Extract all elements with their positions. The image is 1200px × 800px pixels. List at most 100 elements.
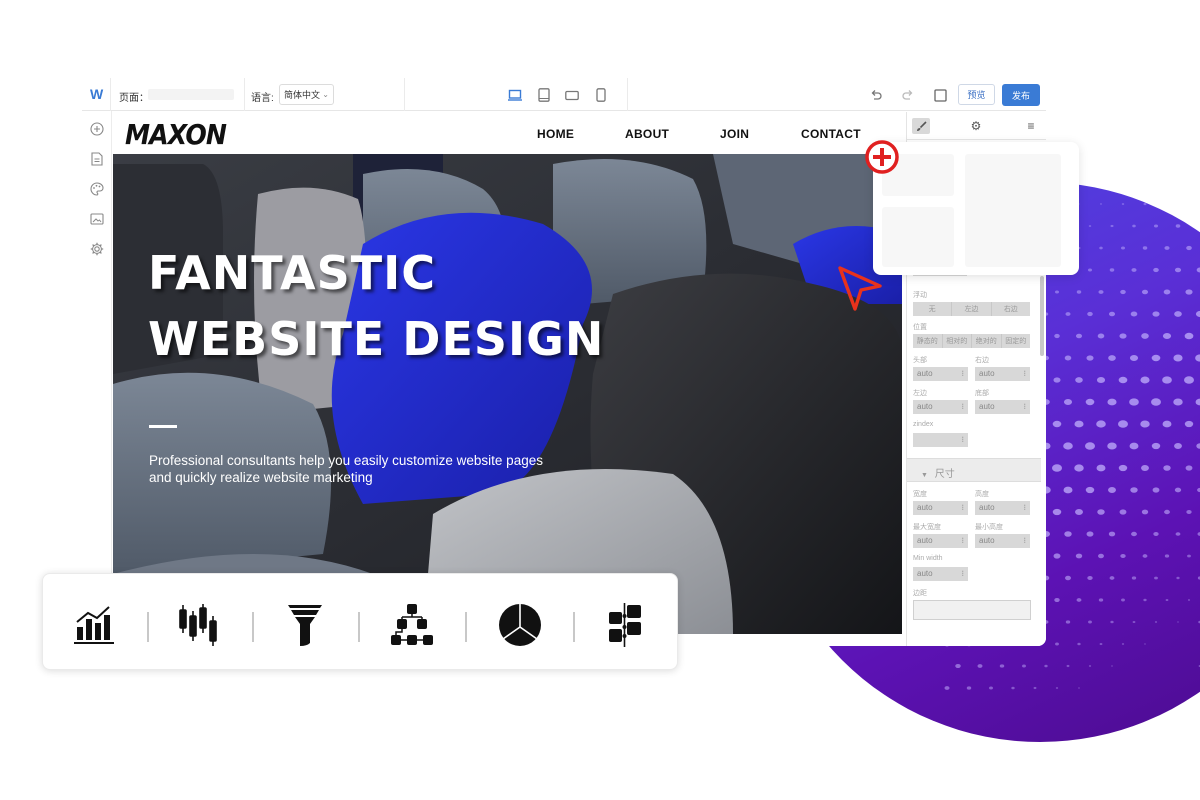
pie-chart-icon [499,604,541,646]
mobile-view-button[interactable] [594,88,608,102]
sidebar-item-media[interactable] [89,211,105,227]
top-value: auto [917,369,933,378]
decorative-dot [1108,355,1116,361]
zindex-input[interactable]: ⁝ [913,433,968,447]
decorative-dot [1121,598,1125,602]
decorative-dot [1153,224,1159,228]
position-option-fixed[interactable]: 固定的 [1002,334,1031,348]
decorative-dot [1143,598,1147,602]
chart-option-timeline[interactable] [603,602,649,648]
decorative-dot [1096,420,1106,428]
decorative-dot [1165,202,1169,206]
stepper-icon: ⁝ [1023,402,1026,411]
position-option-absolute[interactable]: 绝对的 [972,334,1002,348]
height-input[interactable]: auto ⁝ [975,501,1030,515]
sidebar-item-theme[interactable] [89,181,105,197]
publish-button[interactable]: 发布 [1002,84,1040,106]
chart-option-bar-line[interactable] [73,602,119,648]
right-input[interactable]: auto ⁝ [975,367,1030,381]
language-select[interactable]: 简体中文 ⌄ [279,84,334,105]
tablet-view-button[interactable] [537,88,551,102]
divider [252,612,254,642]
stepper-icon: ⁝ [961,503,964,512]
decorative-dot [1066,664,1070,668]
cursor-arrow-icon [838,266,882,311]
min-width-input[interactable]: auto ⁝ [913,567,968,581]
app-logo: W [90,86,104,102]
min-width-value: auto [917,569,933,578]
width-label: 宽度 [913,491,927,498]
decorative-dot [1107,398,1117,406]
float-option-right[interactable]: 右边 [992,302,1030,316]
decorative-dot [1097,509,1105,515]
max-width-input[interactable]: auto ⁝ [913,534,968,548]
tab-style[interactable] [912,118,930,134]
divider [147,612,149,642]
position-option-relative[interactable]: 相对的 [943,334,972,348]
height-value: auto [979,503,995,512]
chart-option-candlestick[interactable] [177,602,223,648]
decorative-dot [1065,575,1071,581]
nav-link-home[interactable]: HOME [537,127,574,141]
add-element-icon[interactable] [864,139,900,175]
decorative-dot [1186,202,1192,206]
nav-link-contact[interactable]: CONTACT [801,127,861,141]
left-input[interactable]: auto ⁝ [913,400,968,414]
tab-menu[interactable]: ≡ [1022,118,1040,134]
decorative-dot [1175,532,1181,536]
min-height-input[interactable]: auto ⁝ [975,534,1030,548]
bottom-input[interactable]: auto ⁝ [975,400,1030,414]
tab-settings[interactable]: ⚙ [967,118,985,134]
decorative-dot [1098,598,1104,602]
size-section-header[interactable]: ▼ 尺寸 [907,458,1041,482]
decorative-dot [1033,686,1037,690]
chart-option-tree[interactable] [389,602,435,648]
margin-box[interactable] [913,600,1031,620]
decorative-dot [1088,665,1092,667]
tablet-landscape-icon [565,90,579,100]
component-tile[interactable] [965,154,1061,267]
width-input[interactable]: auto ⁝ [913,501,968,515]
decorative-dot [1110,620,1114,624]
sidebar-item-add[interactable] [89,121,105,137]
fullscreen-button[interactable] [932,87,948,103]
decorative-dot [1154,621,1158,623]
redo-button[interactable] [900,87,916,103]
decorative-dot [1154,576,1158,580]
gear-icon [90,242,104,256]
page-selector[interactable] [148,89,234,100]
decorative-dot [1086,355,1094,361]
position-option-static[interactable]: 静态的 [913,334,943,348]
width-value: auto [917,503,933,512]
website-canvas[interactable]: MAXON HOME ABOUT JOIN CONTACT FANTASTIC … [113,112,902,634]
hero-title-line-1[interactable]: FANTASTIC [148,246,436,300]
undo-button[interactable] [868,87,884,103]
sidebar-item-pages[interactable] [89,151,105,167]
decorative-dot [1108,311,1116,317]
tablet-landscape-view-button[interactable] [565,88,579,102]
hero-subtitle[interactable]: Professional consultants help you easily… [149,452,549,486]
nav-link-join[interactable]: JOIN [720,127,749,141]
desktop-view-button[interactable] [508,88,522,102]
candlestick-chart-icon [179,604,217,646]
chart-option-pie[interactable] [497,602,543,648]
preview-button[interactable]: 预览 [958,84,995,105]
panel-scrollbar[interactable] [1040,276,1044,356]
chart-option-funnel[interactable] [282,602,328,648]
float-option-left[interactable]: 左边 [952,302,992,316]
stepper-icon: ⁝ [961,435,964,444]
decorative-dot [1075,509,1083,515]
top-input[interactable]: auto ⁝ [913,367,968,381]
site-logo[interactable]: MAXON [125,118,227,151]
component-tile[interactable] [882,207,954,267]
nav-link-about[interactable]: ABOUT [625,127,669,141]
decorative-dot [1076,598,1082,602]
palette-icon [90,182,104,196]
float-option-none[interactable]: 无 [913,302,953,316]
sidebar-item-settings[interactable] [89,241,105,257]
decorative-dot [1098,290,1104,294]
decorative-dot [1053,553,1061,559]
decorative-dot [1044,664,1048,668]
decorative-dot [1063,442,1073,450]
hero-title-line-2[interactable]: WEBSITE DESIGN [148,312,604,366]
